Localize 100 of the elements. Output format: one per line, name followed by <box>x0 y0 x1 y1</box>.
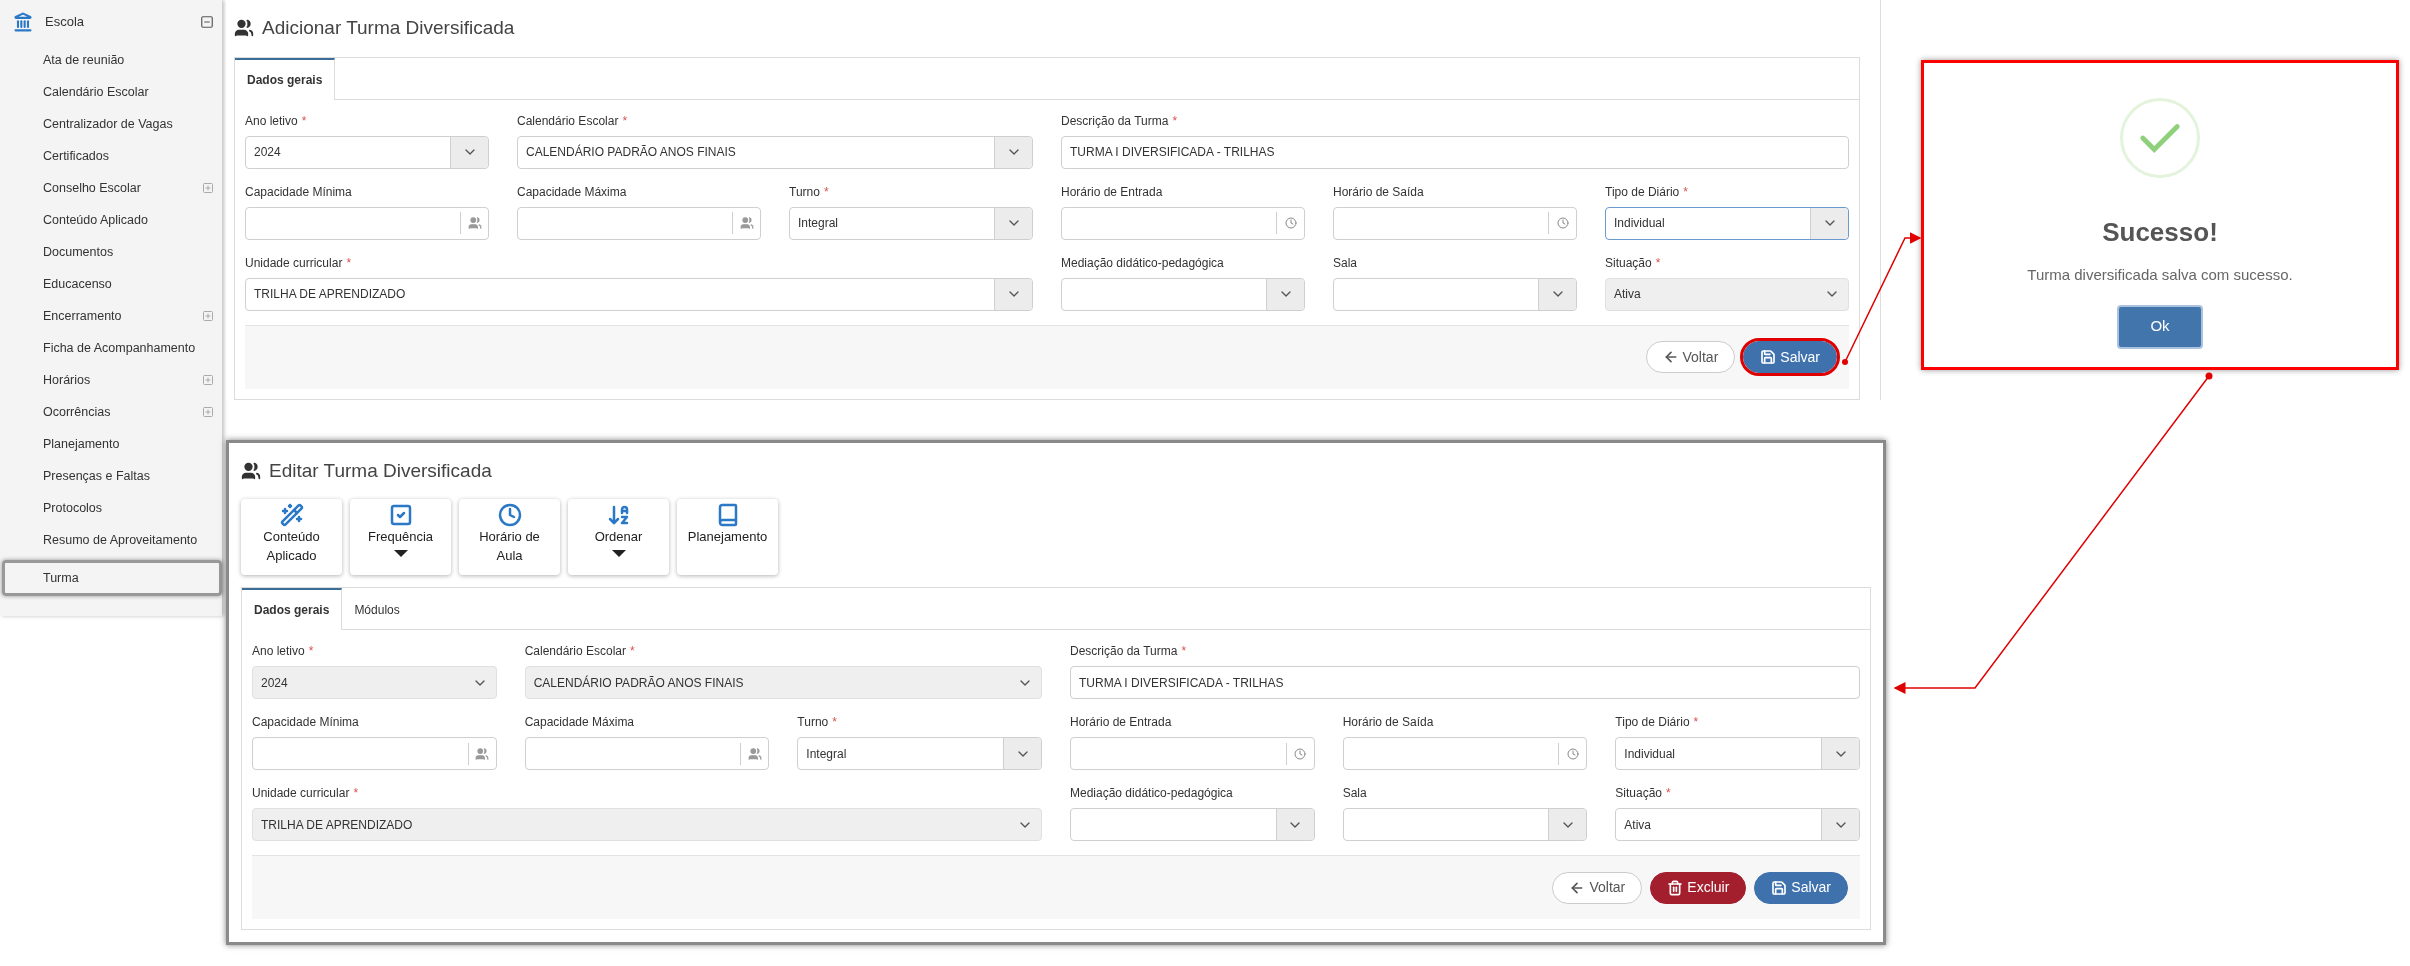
sidebar-item[interactable]: Horários <box>5 364 222 396</box>
sidebar-item[interactable]: Educacenso <box>5 268 222 300</box>
input-field[interactable] <box>1061 206 1305 240</box>
bank-icon <box>13 12 33 32</box>
text-field[interactable]: TURMA I DIVERSIFICADA - TRILHAS <box>1061 135 1849 169</box>
tab[interactable]: Módulos <box>342 588 412 630</box>
toolbar-button[interactable]: Conteúdo Aplicado <box>241 499 342 575</box>
required-asterisk: * <box>630 643 635 660</box>
dropdown-toggle[interactable] <box>1275 809 1314 840</box>
input-field[interactable] <box>1070 737 1315 770</box>
input-field[interactable] <box>517 206 761 240</box>
required-asterisk: * <box>1693 714 1699 731</box>
dropdown-toggle[interactable] <box>994 207 1032 239</box>
field-label: Tipo de Diário <box>1615 714 1690 731</box>
toolbar-button[interactable]: Frequência <box>350 499 451 575</box>
field-label: Capacidade Mínima <box>245 183 352 201</box>
required-asterisk: * <box>301 112 307 130</box>
clock-icon <box>1566 747 1579 760</box>
input-field[interactable] <box>1333 206 1577 240</box>
input-field[interactable] <box>1342 737 1588 770</box>
required-asterisk: * <box>622 112 628 130</box>
expand-icon <box>202 310 214 322</box>
select-field[interactable]: Integral <box>797 737 1042 770</box>
field-label: Capacidade Máxima <box>517 183 627 201</box>
sidebar-item[interactable]: Conselho Escolar <box>5 172 222 204</box>
clock-icon <box>1294 747 1307 760</box>
dropdown-toggle[interactable] <box>1538 278 1576 310</box>
select-field[interactable]: Individual <box>1615 737 1860 770</box>
field-label: Horário de Saída <box>1342 714 1434 731</box>
sidebar-item[interactable]: Turma <box>2 560 222 596</box>
sidebar-item[interactable]: Encerramento <box>5 300 222 332</box>
required-asterisk: * <box>823 183 829 201</box>
ok-button[interactable]: Ok <box>2117 304 2203 349</box>
toolbar-button[interactable]: Horário de Aula <box>459 499 560 575</box>
sidebar-item[interactable]: Centralizador de Vagas <box>5 108 222 140</box>
select-field[interactable] <box>1333 277 1577 311</box>
dropdown-toggle[interactable] <box>1810 207 1848 239</box>
text-field[interactable]: TURMA I DIVERSIFICADA - TRILHAS <box>1070 666 1860 699</box>
dropdown-toggle[interactable] <box>1003 738 1041 769</box>
toolbar-icon <box>606 503 631 527</box>
sidebar-item[interactable]: Ocorrências <box>5 396 222 428</box>
field-label: Capacidade Máxima <box>524 714 635 731</box>
people-icon <box>241 460 261 481</box>
field-label: Turno <box>789 183 820 201</box>
field-label: Ano letivo <box>245 112 298 130</box>
field-label: Mediação didático-pedagógica <box>1070 785 1233 802</box>
sidebar-item[interactable]: Certificados <box>5 140 222 172</box>
sidebar-item[interactable]: Conteúdo Aplicado <box>5 204 222 236</box>
toolbar-button[interactable]: Planejamento <box>677 499 778 575</box>
delete-button[interactable]: Excluir <box>1650 871 1747 904</box>
dropdown-toggle[interactable] <box>994 278 1032 310</box>
sidebar-item[interactable]: Calendário Escolar <box>5 76 222 108</box>
sidebar-item[interactable]: Documentos <box>5 236 222 268</box>
field-label: Horário de Entrada <box>1061 183 1163 201</box>
sidebar-item[interactable]: Presenças e Faltas <box>5 460 222 492</box>
sidebar-header[interactable]: Escola <box>5 0 222 44</box>
sidebar-item[interactable]: Ata de reunião <box>5 44 222 76</box>
field-label: Descrição da Turma <box>1061 112 1169 130</box>
sidebar-item[interactable]: Resumo de Aproveitamento <box>5 524 222 556</box>
required-asterisk: * <box>832 714 837 731</box>
back-button[interactable]: Voltar <box>1645 341 1736 373</box>
dropdown-toggle[interactable] <box>1821 738 1859 769</box>
select-field[interactable] <box>1070 808 1315 841</box>
sidebar-item[interactable]: Planejamento <box>5 428 222 460</box>
input-field[interactable] <box>252 737 497 770</box>
toolbar-icon <box>388 503 413 527</box>
page-title: Adicionar Turma Diversificada <box>262 16 515 40</box>
required-asterisk: * <box>353 785 359 802</box>
sidebar-item[interactable]: Ficha de Acompanhamento <box>5 332 222 364</box>
field-label: Turno <box>797 714 829 731</box>
dropdown-toggle[interactable] <box>1821 809 1859 840</box>
select-field[interactable] <box>1342 808 1588 841</box>
sidebar-item[interactable]: Protocolos <box>5 492 222 524</box>
dropdown-toggle[interactable] <box>450 136 488 168</box>
select-field[interactable]: 2024 <box>245 135 489 169</box>
input-field[interactable] <box>524 737 770 770</box>
field-label: Calendário Escolar <box>517 112 619 130</box>
select-field[interactable]: Ativa <box>1615 808 1860 841</box>
required-asterisk: * <box>346 254 352 272</box>
dropdown-toggle[interactable] <box>994 136 1032 168</box>
field-label: Horário de Saída <box>1333 183 1424 201</box>
back-button[interactable]: Voltar <box>1552 871 1643 904</box>
select-field[interactable]: TRILHA DE APRENDIZADO <box>245 277 1033 311</box>
select-field[interactable]: Individual <box>1605 206 1849 240</box>
dropdown-toggle[interactable] <box>1266 278 1304 310</box>
field-label: Situação <box>1615 785 1663 802</box>
tab[interactable]: Dados gerais <box>242 588 343 630</box>
clock-icon <box>1556 217 1569 229</box>
save-button[interactable]: Salvar <box>1743 341 1837 373</box>
toolbar-button[interactable]: Ordenar <box>568 499 669 575</box>
field-label: Unidade curricular <box>245 254 343 272</box>
required-asterisk: * <box>308 643 314 660</box>
save-button[interactable]: Salvar <box>1754 871 1848 904</box>
select-field[interactable]: Integral <box>789 206 1033 240</box>
input-field[interactable] <box>245 206 489 240</box>
dropdown-toggle[interactable] <box>1548 809 1587 840</box>
tab[interactable]: Dados gerais <box>235 57 336 100</box>
select-field[interactable]: CALENDÁRIO PADRÃO ANOS FINAIS <box>517 135 1033 169</box>
required-asterisk: * <box>1666 785 1671 802</box>
select-field[interactable] <box>1061 277 1305 311</box>
